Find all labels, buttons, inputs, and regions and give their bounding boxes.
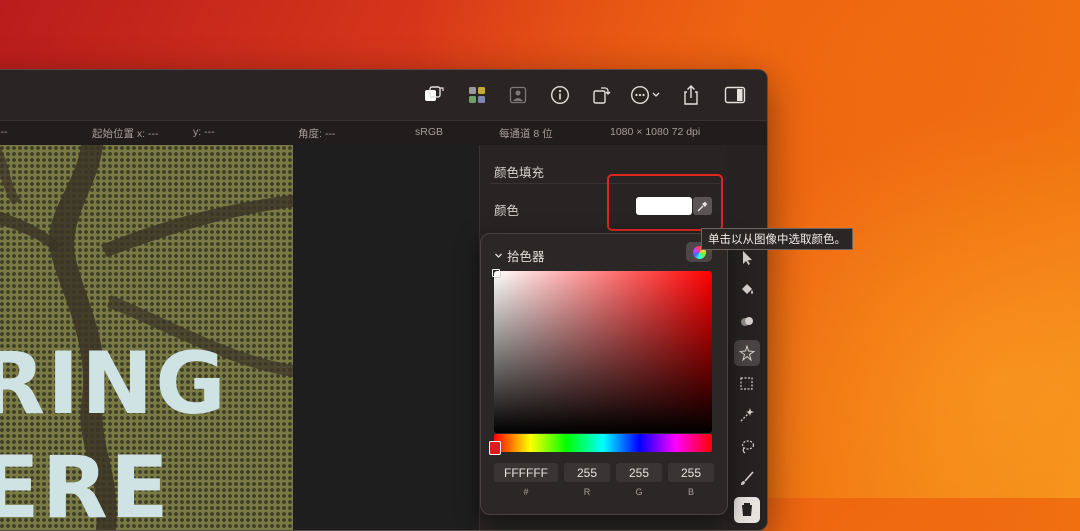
artwork-image[interactable]: RING ERE (0, 145, 293, 530)
saturation-brightness-area[interactable] (492, 269, 712, 433)
shapes-icon[interactable] (734, 308, 760, 334)
red-label: R (583, 487, 591, 497)
artwork-text-line-2: ERE (0, 438, 171, 530)
info-dimensions: 1080 × 1080 72 dpi (610, 126, 701, 138)
info-origin-y: y: --- (193, 126, 215, 138)
blue-input[interactable]: 255 (668, 463, 714, 482)
hue-slider[interactable] (489, 434, 712, 455)
hex-input[interactable]: FFFFFF (494, 463, 558, 482)
color-fill-title: 颜色填充 (494, 166, 545, 180)
sidebar-icon[interactable] (723, 83, 747, 107)
color-swatch[interactable] (636, 197, 692, 215)
arrange-icon[interactable] (422, 83, 446, 107)
info-fragment: --- (0, 126, 8, 138)
share-icon[interactable] (679, 83, 703, 107)
color-picker-title: 拾色器 (507, 250, 545, 264)
magic-wand-icon[interactable] (734, 402, 760, 428)
red-input[interactable]: 255 (564, 463, 610, 482)
paint-bucket-icon[interactable] (734, 497, 760, 523)
sv-handle[interactable] (492, 269, 500, 277)
color-picker-popover: 拾色器 FFFFFF 255 255 255 # R G B (480, 233, 728, 515)
blue-label: B (687, 487, 694, 497)
green-input[interactable]: 255 (616, 463, 662, 482)
info-bar: --- 起始位置 x: --- y: --- 角度: --- sRGB 每通道 … (0, 120, 767, 146)
hex-label: # (523, 487, 529, 497)
rect-select-icon[interactable] (734, 371, 760, 397)
color-picker-header[interactable]: 拾色器 (494, 246, 545, 265)
info-depth: 每通道 8 位 (499, 128, 553, 140)
rotate-icon[interactable] (589, 83, 613, 107)
eyedropper-tooltip: 单击以从图像中选取颜色。 (701, 228, 853, 250)
eyedropper-button[interactable] (693, 197, 712, 215)
color-value-fields: FFFFFF 255 255 255 # R G B (494, 463, 714, 497)
info-colorspace: sRGB (415, 126, 444, 138)
lasso-icon[interactable] (734, 434, 760, 460)
magic-effects-icon[interactable] (734, 340, 760, 366)
eyedropper-icon (697, 201, 708, 211)
toolbar (0, 70, 767, 120)
photo-icon (506, 83, 530, 107)
info-icon[interactable] (548, 83, 572, 107)
artwork-text-line-1: RING (0, 334, 228, 434)
canvas-area[interactable]: RING ERE (0, 145, 481, 530)
info-angle: 角度: --- (298, 128, 336, 140)
green-label: G (635, 487, 643, 497)
adjustments-icon[interactable] (465, 83, 489, 107)
brush-icon[interactable] (734, 466, 760, 492)
info-origin-x: 起始位置 x: --- (92, 128, 159, 140)
color-label: 颜色 (494, 204, 520, 218)
divider (490, 183, 720, 184)
tool-strip (727, 145, 767, 530)
more-icon[interactable] (630, 83, 662, 107)
fill-bucket-icon[interactable] (734, 276, 760, 302)
chevron-down-icon (495, 253, 502, 258)
hue-handle[interactable] (489, 441, 501, 455)
